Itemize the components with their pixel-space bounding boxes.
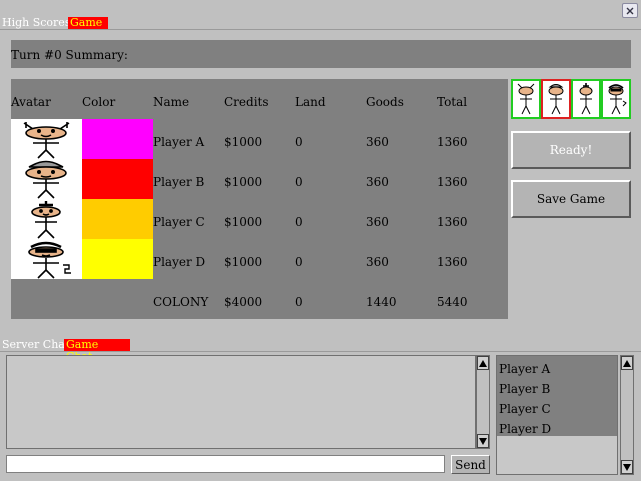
chat-log — [6, 355, 476, 449]
turn-summary-title: Turn #0 Summary: — [11, 40, 631, 68]
credits-player-c: $1000 — [224, 215, 263, 229]
send-button[interactable]: Send — [451, 455, 490, 474]
colony-credits: $4000 — [224, 295, 263, 309]
total-player-a: 1360 — [437, 135, 468, 149]
total-player-b: 1360 — [437, 175, 468, 189]
player-list-item[interactable]: Player B — [499, 382, 550, 396]
player-list-item[interactable]: Player D — [499, 422, 551, 436]
credits-player-d: $1000 — [224, 255, 263, 269]
arrow-up-icon — [623, 359, 631, 367]
chat-input[interactable] — [6, 455, 445, 473]
avatar-choice-1[interactable] — [511, 79, 541, 119]
land-player-d: 0 — [295, 255, 303, 269]
land-player-c: 0 — [295, 215, 303, 229]
scroll-up-button[interactable] — [477, 356, 489, 370]
header-credits: Credits — [224, 95, 269, 109]
goods-player-a: 360 — [366, 135, 389, 149]
player-list[interactable]: Player A Player B Player C Player D — [496, 355, 618, 475]
player-list-scrollbar[interactable] — [620, 355, 634, 475]
total-player-c: 1360 — [437, 215, 468, 229]
name-player-b: Player B — [153, 175, 205, 189]
player-scroll-up-button[interactable] — [621, 356, 633, 370]
land-player-b: 0 — [295, 175, 303, 189]
header-color: Color — [82, 95, 116, 109]
tab-server-chat[interactable]: Server Chat — [0, 339, 71, 351]
tab-divider — [0, 29, 641, 30]
colony-name: COLONY — [153, 295, 209, 309]
avatar-player-b — [11, 159, 82, 199]
goods-player-c: 360 — [366, 215, 389, 229]
avatar-player-a — [11, 119, 82, 159]
player-list-item[interactable]: Player C — [499, 402, 551, 416]
colony-total: 5440 — [437, 295, 468, 309]
color-swatch-player-d — [82, 239, 153, 279]
color-swatch-player-c — [82, 199, 153, 239]
name-player-a: Player A — [153, 135, 205, 149]
credits-player-a: $1000 — [224, 135, 263, 149]
avatar-choice-4[interactable] — [601, 79, 631, 119]
scroll-down-button[interactable] — [477, 434, 489, 448]
land-player-a: 0 — [295, 135, 303, 149]
avatar-choice-2[interactable] — [541, 79, 571, 119]
header-goods: Goods — [366, 95, 404, 109]
goods-player-b: 360 — [366, 175, 389, 189]
color-swatch-player-a — [82, 119, 153, 159]
close-button[interactable] — [622, 3, 638, 18]
avatar-player-d — [11, 239, 82, 279]
chat-tab-divider — [0, 351, 641, 352]
tab-game[interactable]: Game — [68, 17, 108, 29]
header-total: Total — [437, 95, 468, 109]
tab-high-scores[interactable]: High Scores — [0, 17, 72, 29]
arrow-down-icon — [479, 437, 487, 445]
total-player-d: 1360 — [437, 255, 468, 269]
name-player-d: Player D — [153, 255, 206, 269]
name-player-c: Player C — [153, 215, 205, 229]
goods-player-d: 360 — [366, 255, 389, 269]
credits-player-b: $1000 — [224, 175, 263, 189]
arrow-down-icon — [623, 463, 631, 471]
color-swatch-player-b — [82, 159, 153, 199]
header-avatar: Avatar — [11, 95, 51, 109]
player-scroll-down-button[interactable] — [621, 460, 633, 474]
avatar-player-c — [11, 199, 82, 239]
colony-goods: 1440 — [366, 295, 397, 309]
header-land: Land — [295, 95, 326, 109]
save-game-button[interactable]: Save Game — [511, 180, 631, 218]
header-name: Name — [153, 95, 190, 109]
avatar-choice-3[interactable] — [571, 79, 601, 119]
colony-land: 0 — [295, 295, 303, 309]
chat-scrollbar[interactable] — [476, 355, 490, 449]
close-icon — [626, 7, 634, 14]
ready-button[interactable]: Ready! — [511, 131, 631, 169]
arrow-up-icon — [479, 359, 487, 367]
player-list-item[interactable]: Player A — [499, 362, 550, 376]
tab-game-chat[interactable]: Game Chat — [64, 339, 130, 363]
